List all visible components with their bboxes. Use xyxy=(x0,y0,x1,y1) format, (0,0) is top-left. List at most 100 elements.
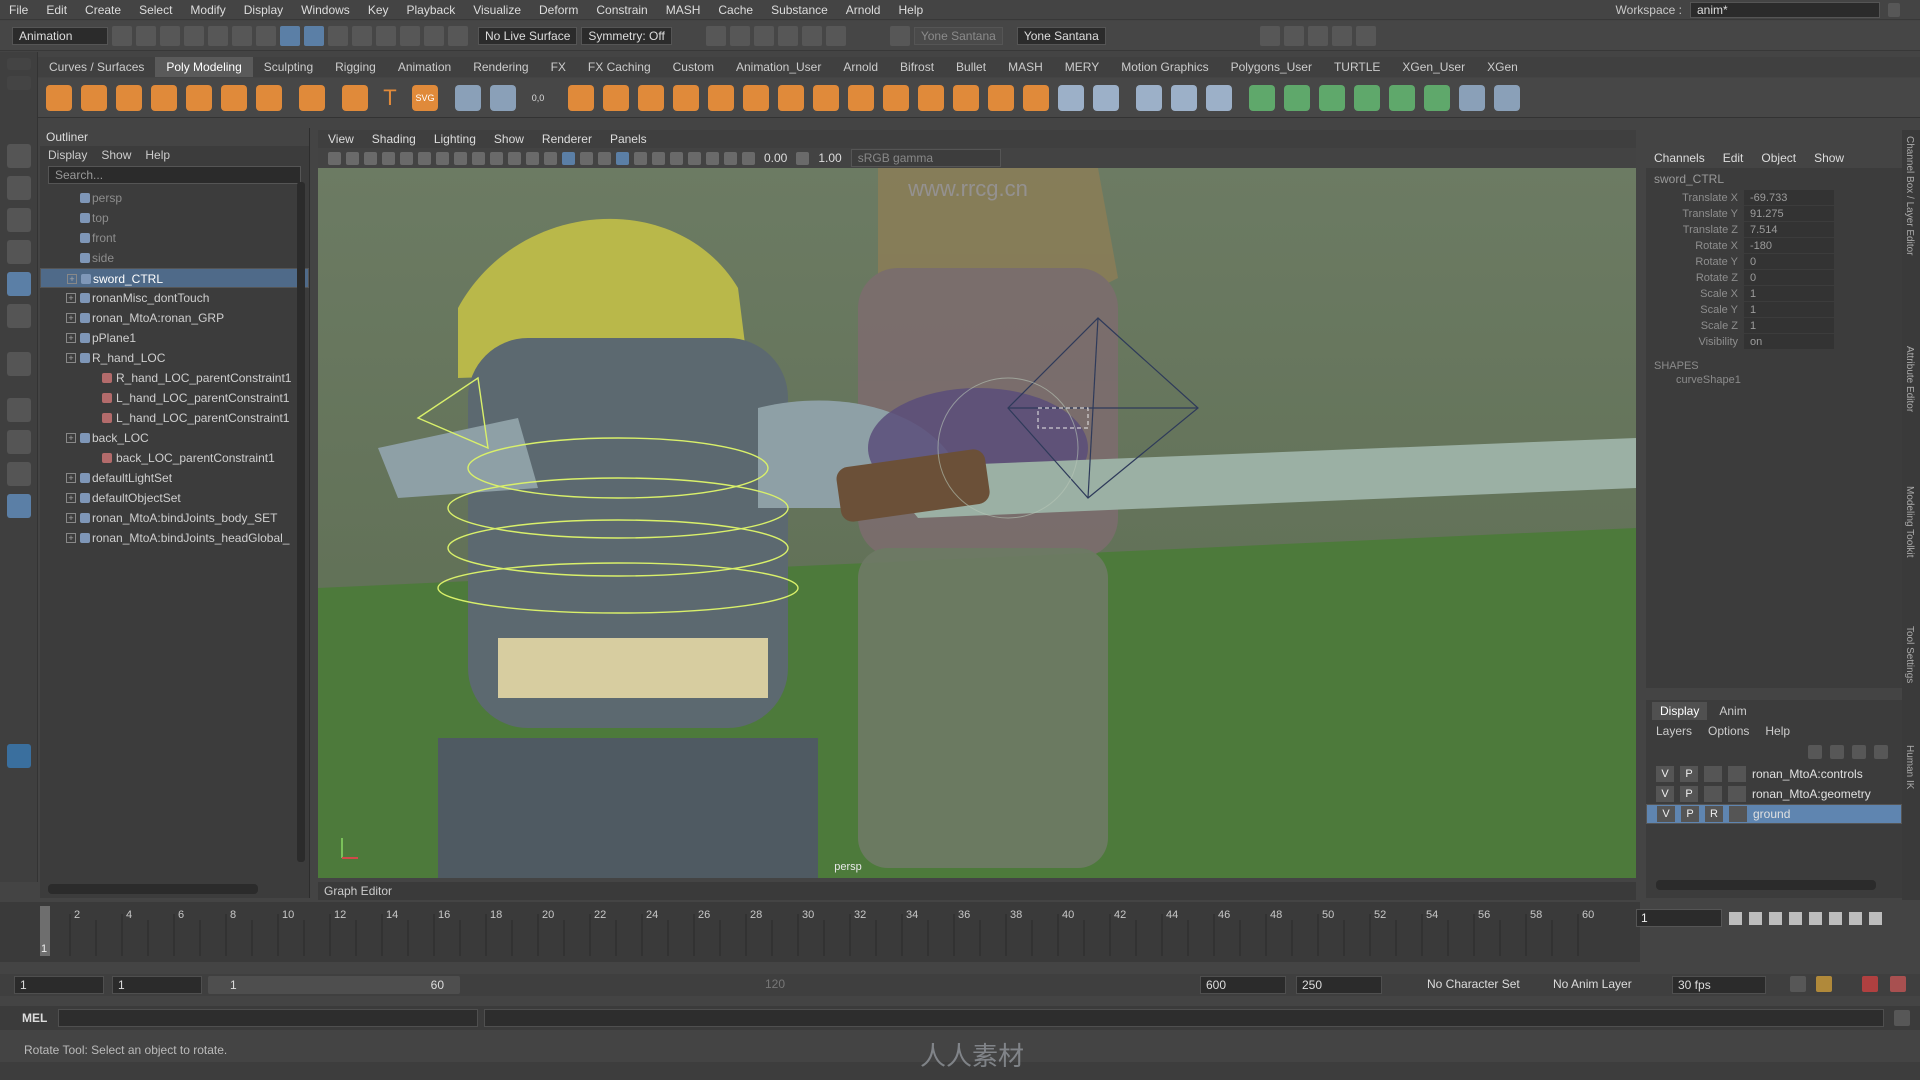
new-layer-icon[interactable] xyxy=(1852,745,1866,759)
menu-item-key[interactable]: Key xyxy=(359,3,398,17)
gate-mask-icon[interactable] xyxy=(490,151,503,165)
layer-visibility-toggle[interactable]: V xyxy=(1657,806,1675,822)
channel-value[interactable]: -180 xyxy=(1744,238,1834,254)
script-editor-icon[interactable] xyxy=(1894,1010,1910,1026)
shelf-tab[interactable]: FX xyxy=(540,57,577,77)
channel-value[interactable]: -69.733 xyxy=(1744,190,1834,206)
expand-icon[interactable]: + xyxy=(66,353,76,363)
outliner-item[interactable]: side xyxy=(40,248,309,268)
fps-dropdown[interactable]: 30 fps xyxy=(1672,976,1766,994)
field-chart-icon[interactable] xyxy=(508,151,521,165)
shelf-tab[interactable]: Arnold xyxy=(832,57,889,77)
xray-icon[interactable] xyxy=(616,151,629,165)
collapse-icon[interactable] xyxy=(1093,84,1119,111)
platonic-solid-icon[interactable] xyxy=(299,84,325,111)
menu-item-deform[interactable]: Deform xyxy=(530,3,587,17)
poly-torus-icon[interactable] xyxy=(186,84,212,111)
two-pane-icon[interactable] xyxy=(7,462,31,486)
shelf-tab[interactable]: Animation_User xyxy=(725,57,832,77)
channel-name[interactable]: Visibility xyxy=(1646,334,1744,350)
expand-icon[interactable]: + xyxy=(67,274,77,284)
shelf-tab[interactable]: Rigging xyxy=(324,57,387,77)
sculpt-icon[interactable] xyxy=(1206,84,1232,111)
symmetry-dropdown[interactable]: Symmetry: Off xyxy=(581,26,672,45)
image-plane-icon[interactable] xyxy=(382,151,395,165)
outliner-item[interactable]: + defaultLightSet xyxy=(40,468,309,488)
auto-map-icon[interactable] xyxy=(1389,84,1415,111)
channel-row[interactable]: Rotate X -180 xyxy=(1646,238,1902,254)
edge-loop-icon[interactable] xyxy=(1023,84,1049,111)
channel-value[interactable]: 0 xyxy=(1744,270,1834,286)
channel-value[interactable]: 1 xyxy=(1744,286,1834,302)
live-surface-field[interactable]: No Live Surface xyxy=(478,26,578,45)
channel-menu-item[interactable]: Channels xyxy=(1654,148,1705,168)
layer-reference-toggle[interactable] xyxy=(1704,786,1722,802)
outliner-item[interactable]: top xyxy=(40,208,309,228)
shelf-tab[interactable]: FX Caching xyxy=(577,57,662,77)
layer-tab[interactable]: Display xyxy=(1652,702,1708,720)
boolean-icon[interactable] xyxy=(673,84,699,111)
step-forward-frame-icon[interactable] xyxy=(1829,911,1842,925)
outliner-item[interactable]: + back_LOC xyxy=(40,428,309,448)
menu-item-help[interactable]: Help xyxy=(889,3,932,17)
open-scene-icon[interactable] xyxy=(136,25,156,46)
select-hierarchy-icon[interactable] xyxy=(232,25,252,46)
shelf-tab[interactable]: Bifrost xyxy=(889,57,945,77)
shelf-tab[interactable]: MASH xyxy=(997,57,1054,77)
viewport-menu-item[interactable]: Lighting xyxy=(434,130,476,148)
channel-name[interactable]: Scale Y xyxy=(1646,302,1744,318)
channel-menu-item[interactable]: Show xyxy=(1814,148,1844,168)
save-scene-icon[interactable] xyxy=(160,25,180,46)
isolate-select-icon[interactable] xyxy=(706,151,719,165)
channel-row[interactable]: Translate Z 7.514 xyxy=(1646,222,1902,238)
center-pivot-icon[interactable]: 0,0 xyxy=(525,85,551,111)
outliner-vscroll[interactable] xyxy=(297,182,305,862)
smooth-shade-icon[interactable] xyxy=(562,151,575,165)
menu-item-display[interactable]: Display xyxy=(235,3,292,17)
shelf-tab[interactable]: XGen_User xyxy=(1391,57,1476,77)
expand-icon[interactable]: + xyxy=(66,513,76,523)
workspace-layout-icon[interactable] xyxy=(1259,25,1280,46)
menu-item-modify[interactable]: Modify xyxy=(181,3,234,17)
side-tab[interactable]: Channel Box / Layer Editor xyxy=(1904,136,1915,256)
combine-icon[interactable] xyxy=(568,84,594,111)
outliner-item[interactable]: + ronan_MtoA:bindJoints_headGlobal_ xyxy=(40,528,309,548)
film-gate-icon[interactable] xyxy=(454,151,467,165)
2d-pan-icon[interactable] xyxy=(400,151,413,165)
remesh-icon[interactable] xyxy=(708,84,734,111)
outliner-item[interactable]: R_hand_LOC_parentConstraint1 xyxy=(40,368,309,388)
magnet-icon[interactable] xyxy=(400,25,420,46)
menu-item-arnold[interactable]: Arnold xyxy=(837,3,890,17)
viewport-menu-item[interactable]: Renderer xyxy=(542,130,592,148)
shelf-tab[interactable]: MERY xyxy=(1054,57,1110,77)
move-layer-down-icon[interactable] xyxy=(1830,745,1844,759)
layer-menu-item[interactable]: Help xyxy=(1765,724,1790,738)
channel-name[interactable]: Translate X xyxy=(1646,190,1744,206)
channel-row[interactable]: Scale Y1 xyxy=(1646,302,1902,318)
character-set-dropdown[interactable]: No Character Set xyxy=(1422,976,1522,994)
shelf-tab[interactable]: Curves / Surfaces xyxy=(38,57,155,77)
rotate-tool-icon[interactable] xyxy=(7,272,31,296)
channel-name[interactable]: Rotate X xyxy=(1646,238,1744,254)
exposure-value[interactable]: 0.00 xyxy=(760,151,791,165)
menu-item-visualize[interactable]: Visualize xyxy=(464,3,530,17)
channel-box-icon[interactable] xyxy=(1355,25,1376,46)
outliner-item[interactable]: L_hand_LOC_parentConstraint1 xyxy=(40,408,309,428)
svg-tool-icon[interactable]: SVG xyxy=(412,84,438,111)
channel-value[interactable]: 0 xyxy=(1744,254,1834,270)
layer-row[interactable]: V P Rground xyxy=(1646,804,1902,824)
poly-cone-icon[interactable] xyxy=(151,84,177,111)
menu-item-file[interactable]: File xyxy=(0,3,37,17)
outliner-menu-item[interactable]: Help xyxy=(145,148,170,162)
colorspace-dropdown[interactable]: sRGB gamma xyxy=(850,149,1001,167)
menu-item-windows[interactable]: Windows xyxy=(292,3,359,17)
textured-icon[interactable] xyxy=(598,151,611,165)
select-object-icon[interactable] xyxy=(256,25,276,46)
end-time-field[interactable]: 250 xyxy=(1296,976,1382,994)
multi-cut-icon[interactable] xyxy=(988,84,1014,111)
expand-icon[interactable]: + xyxy=(66,533,76,543)
step-forward-key-icon[interactable] xyxy=(1849,911,1862,925)
layer-color-swatch[interactable] xyxy=(1728,786,1746,802)
exposure-icon[interactable] xyxy=(742,151,755,165)
bridge-icon[interactable] xyxy=(848,84,874,111)
